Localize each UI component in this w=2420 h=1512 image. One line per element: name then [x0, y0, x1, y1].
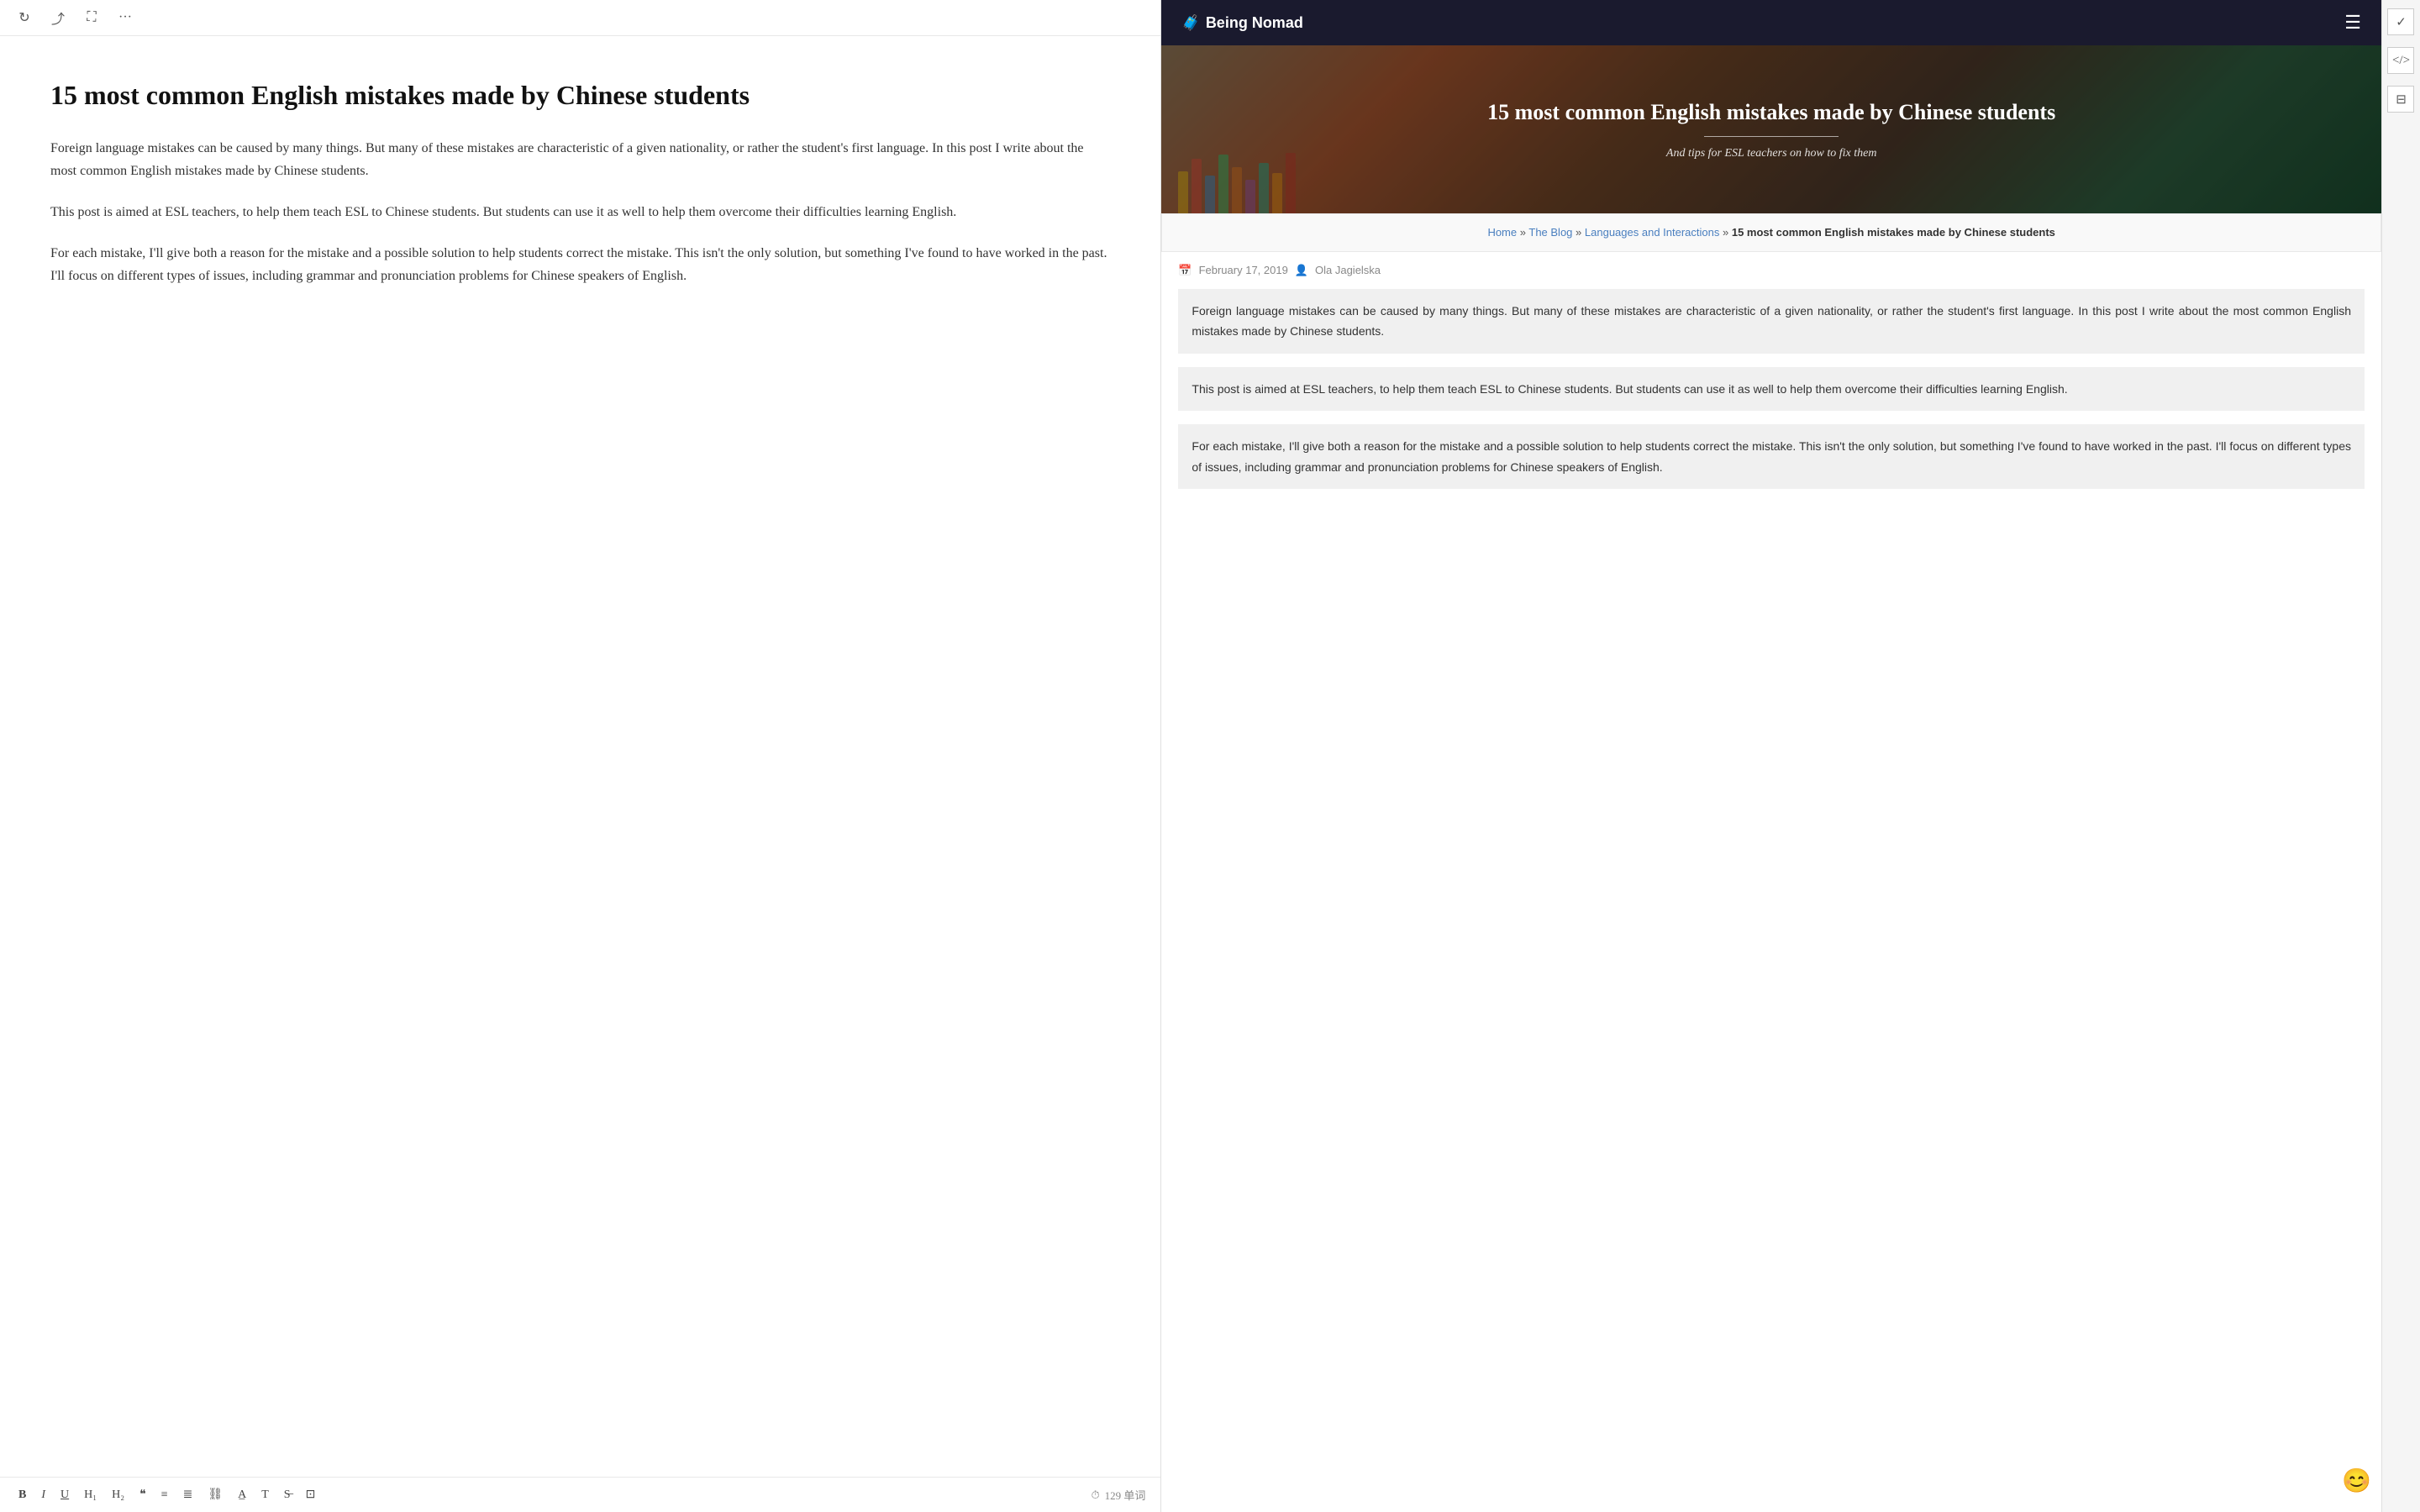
- post-meta: 📅 February 17, 2019 👤 Ola Jagielska: [1161, 252, 2381, 289]
- editor-toolbar-top: ↻ ⤴ ⛶ ···: [0, 0, 1160, 36]
- h2-button[interactable]: H₂: [108, 1487, 128, 1504]
- article-para-1: Foreign language mistakes can be caused …: [1178, 289, 2365, 354]
- breadcrumb: Home » The Blog » Languages and Interact…: [1161, 213, 2381, 252]
- post-author: Ola Jagielska: [1315, 264, 1381, 276]
- hamburger-menu-icon[interactable]: ☰: [2344, 12, 2361, 34]
- hero-subtitle: And tips for ESL teachers on how to fix …: [1666, 147, 1877, 160]
- hero-title: 15 most common English mistakes made by …: [1487, 98, 2055, 127]
- more-icon[interactable]: ···: [116, 8, 134, 27]
- breadcrumb-sep-1: »: [1520, 226, 1526, 239]
- calendar-icon: 📅: [1178, 264, 1192, 277]
- word-count: ⏱ 129 单词: [1091, 1487, 1145, 1503]
- hero-section: 15 most common English mistakes made by …: [1161, 45, 2381, 213]
- expand-icon[interactable]: ⛶: [82, 8, 101, 27]
- editor-content-area[interactable]: 15 most common English mistakes made by …: [0, 36, 1160, 1477]
- clock-icon: ⏱: [1091, 1488, 1099, 1502]
- editor-para-1: Foreign language mistakes can be caused …: [50, 137, 1110, 182]
- right-sidebar: ✓ </> ⊟: [2381, 0, 2420, 1512]
- unordered-list-button[interactable]: ≡: [158, 1487, 171, 1504]
- check-icon[interactable]: ✓: [2387, 8, 2414, 35]
- font-button[interactable]: T: [258, 1487, 272, 1504]
- blog-header: 🧳 Being Nomad ☰: [1161, 0, 2381, 45]
- ordered-list-button[interactable]: ≣: [180, 1486, 197, 1504]
- article-para-2: This post is aimed at ESL teachers, to h…: [1178, 367, 2365, 412]
- blockquote-button[interactable]: ❝: [136, 1486, 150, 1504]
- link-button[interactable]: ⛓: [204, 1486, 226, 1504]
- hero-overlay: 15 most common English mistakes made by …: [1161, 45, 2381, 213]
- editor-body: Foreign language mistakes can be caused …: [50, 137, 1110, 288]
- logo-icon: 🧳: [1181, 14, 1200, 32]
- breadcrumb-blog[interactable]: The Blog: [1528, 226, 1572, 239]
- text-color-button[interactable]: A̲: [234, 1487, 250, 1504]
- breadcrumb-category[interactable]: Languages and Interactions: [1585, 226, 1719, 239]
- browser-content[interactable]: 🧳 Being Nomad ☰ 15 most common English m…: [1161, 0, 2381, 1512]
- image-button[interactable]: ⊡: [302, 1486, 319, 1504]
- author-icon: 👤: [1295, 264, 1308, 277]
- underline-button[interactable]: U: [57, 1487, 72, 1504]
- refresh-icon[interactable]: ↻: [15, 8, 34, 27]
- logo-text: Being Nomad: [1206, 14, 1303, 32]
- article-para-3: For each mistake, I'll give both a reaso…: [1178, 424, 2365, 489]
- article-body: Foreign language mistakes can be caused …: [1161, 289, 2381, 520]
- hero-divider: [1704, 136, 1839, 137]
- breadcrumb-sep-2: »: [1576, 226, 1581, 239]
- code-icon[interactable]: </>: [2387, 47, 2414, 74]
- breadcrumb-sep-3: »: [1723, 226, 1728, 239]
- editor-panel: ↻ ⤴ ⛶ ··· 15 most common English mistake…: [0, 0, 1161, 1512]
- blog-logo: 🧳 Being Nomad: [1181, 14, 1302, 32]
- post-date: February 17, 2019: [1199, 264, 1288, 276]
- editor-title: 15 most common English mistakes made by …: [50, 78, 1110, 113]
- emoji-fab[interactable]: 😊: [2342, 1467, 2371, 1495]
- editor-toolbar-bottom: B I U H₁ H₂ ❝ ≡ ≣ ⛓ A̲ T S̶ ⊡ ⏱ 129 单词: [0, 1477, 1160, 1512]
- italic-button[interactable]: I: [38, 1487, 49, 1504]
- share-icon[interactable]: ⤴: [49, 8, 67, 27]
- breadcrumb-home[interactable]: Home: [1487, 226, 1517, 239]
- bold-button[interactable]: B: [15, 1487, 29, 1504]
- editor-para-2: This post is aimed at ESL teachers, to h…: [50, 201, 1110, 223]
- word-count-value: 129 单词: [1105, 1487, 1146, 1503]
- browser-panel: ✓ </> ⊟ 🧳 Being Nomad ☰: [1161, 0, 2420, 1512]
- strikethrough-button[interactable]: S̶: [281, 1487, 294, 1504]
- stack-icon[interactable]: ⊟: [2387, 86, 2414, 113]
- editor-para-3: For each mistake, I'll give both a reaso…: [50, 242, 1110, 287]
- breadcrumb-current: 15 most common English mistakes made by …: [1732, 226, 2055, 239]
- h1-button[interactable]: H₁: [81, 1487, 100, 1504]
